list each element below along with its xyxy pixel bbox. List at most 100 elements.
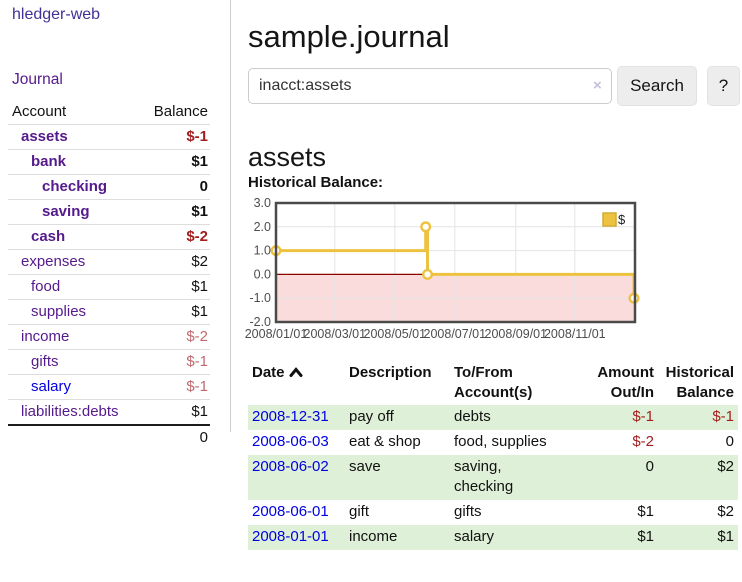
account-balance: $1 (140, 400, 210, 426)
transaction-date-link[interactable]: 2008-01-01 (252, 528, 329, 545)
register-row: 2008-06-02 save saving, checking 0 $2 (248, 455, 738, 500)
account-balance: $2 (140, 250, 210, 275)
register-table: Date Description To/From Account(s) Amou… (248, 361, 738, 550)
account-balance: $1 (140, 300, 210, 325)
account-link-food[interactable]: food (31, 278, 60, 295)
sidebar-divider (230, 0, 231, 432)
account-link-expenses[interactable]: expenses (21, 253, 85, 270)
account-row-supplies: supplies $1 (8, 300, 210, 325)
account-link-supplies[interactable]: supplies (31, 303, 86, 320)
account-heading: assets (248, 142, 326, 173)
transaction-balance: $-1 (658, 405, 738, 430)
account-balance: $-1 (140, 125, 210, 150)
chart-title-label: Historical Balance: (248, 174, 383, 191)
search-button[interactable]: Search (617, 66, 697, 106)
register-row: 2008-06-01 gift gifts $1 $2 (248, 500, 738, 525)
account-balance: $1 (140, 200, 210, 225)
account-row-expenses: expenses $2 (8, 250, 210, 275)
transaction-amount: $1 (558, 525, 658, 550)
register-col-balance: Historical Balance (658, 361, 738, 405)
account-row-saving: saving $1 (8, 200, 210, 225)
accounts-col-account: Account (8, 100, 140, 125)
register-col-date[interactable]: Date (248, 361, 345, 405)
transaction-date-link[interactable]: 2008-06-02 (252, 458, 329, 475)
svg-text:2008/01/01: 2008/01/01 (245, 327, 308, 341)
account-row-gifts: gifts $-1 (8, 350, 210, 375)
transaction-accounts: salary (450, 525, 558, 550)
account-link-bank[interactable]: bank (31, 153, 66, 170)
transaction-balance: 0 (658, 430, 738, 455)
register-row: 2008-06-03 eat & shop food, supplies $-2… (248, 430, 738, 455)
svg-text:2008/03/01: 2008/03/01 (304, 327, 367, 341)
account-balance: $-2 (140, 225, 210, 250)
accounts-total-row: 0 (8, 425, 210, 450)
page-title: sample.journal (248, 19, 450, 55)
svg-text:2008/09/01: 2008/09/01 (485, 327, 548, 341)
svg-text:3.0: 3.0 (254, 196, 271, 210)
transaction-description: pay off (345, 405, 450, 430)
transaction-accounts: debts (450, 405, 558, 430)
svg-text:2008/07/01: 2008/07/01 (424, 327, 487, 341)
transaction-accounts: food, supplies (450, 430, 558, 455)
transaction-description: eat & shop (345, 430, 450, 455)
svg-text:-1.0: -1.0 (249, 291, 271, 305)
legend-label: $ (618, 212, 626, 227)
transaction-amount: $1 (558, 500, 658, 525)
svg-text:0.0: 0.0 (254, 267, 271, 281)
transaction-balance: $2 (658, 500, 738, 525)
account-link-salary[interactable]: salary (31, 378, 71, 395)
search-input[interactable] (248, 68, 612, 104)
transaction-amount: $-2 (558, 430, 658, 455)
account-link-income[interactable]: income (21, 328, 69, 345)
account-row-salary: salary $-1 (8, 375, 210, 400)
clear-search-icon[interactable]: × (593, 77, 602, 94)
transaction-accounts: saving, checking (450, 455, 558, 500)
account-link-assets[interactable]: assets (21, 128, 68, 145)
account-link-gifts[interactable]: gifts (31, 353, 59, 370)
account-row-cash: cash $-2 (8, 225, 210, 250)
transaction-date-link[interactable]: 2008-06-01 (252, 503, 329, 520)
legend-swatch (603, 213, 616, 226)
register-col-amount: Amount Out/In (558, 361, 658, 405)
account-balance: 0 (140, 175, 210, 200)
accounts-col-balance: Balance (140, 100, 210, 125)
account-row-liabilities-debts: liabilities:debts $1 (8, 400, 210, 426)
account-link-checking[interactable]: checking (42, 178, 107, 195)
account-row-assets: assets $-1 (8, 125, 210, 150)
svg-text:2008/05/01: 2008/05/01 (364, 327, 427, 341)
transaction-description: save (345, 455, 450, 500)
svg-text:1.0: 1.0 (254, 244, 271, 258)
account-balance: $1 (140, 150, 210, 175)
account-row-bank: bank $1 (8, 150, 210, 175)
account-link-cash[interactable]: cash (31, 228, 65, 245)
chart-svg: $ 3.0 2.0 1.0 0.0 -1.0 -2.0 2008/01/01 2… (240, 196, 660, 348)
transaction-date-link[interactable]: 2008-12-31 (252, 408, 329, 425)
sidebar-item-journal[interactable]: Journal (12, 71, 63, 89)
historical-balance-chart: $ 3.0 2.0 1.0 0.0 -1.0 -2.0 2008/01/01 2… (240, 196, 660, 348)
account-link-liabilities-debts[interactable]: liabilities:debts (21, 403, 119, 420)
accounts-total-value: 0 (140, 425, 210, 450)
accounts-header-row: Account Balance (8, 100, 210, 125)
transaction-balance: $2 (658, 455, 738, 500)
account-row-checking: checking 0 (8, 175, 210, 200)
account-balance: $-1 (140, 375, 210, 400)
svg-text:2.0: 2.0 (254, 220, 271, 234)
y-axis-labels: 3.0 2.0 1.0 0.0 -1.0 -2.0 (249, 196, 271, 329)
account-balance: $-1 (140, 350, 210, 375)
help-button[interactable]: ? (707, 66, 740, 106)
register-col-accounts: To/From Account(s) (450, 361, 558, 405)
register-row: 2008-01-01 income salary $1 $1 (248, 525, 738, 550)
accounts-table: Account Balance assets $-1 bank $1 check… (8, 100, 210, 450)
account-row-food: food $1 (8, 275, 210, 300)
transaction-balance: $1 (658, 525, 738, 550)
transaction-amount: 0 (558, 455, 658, 500)
sort-ascending-icon (289, 364, 303, 384)
transaction-amount: $-1 (558, 405, 658, 430)
account-link-saving[interactable]: saving (42, 203, 90, 220)
register-header-row: Date Description To/From Account(s) Amou… (248, 361, 738, 405)
register-row: 2008-12-31 pay off debts $-1 $-1 (248, 405, 738, 430)
register-col-description: Description (345, 361, 450, 405)
brand-link[interactable]: hledger-web (12, 6, 100, 24)
transaction-accounts: gifts (450, 500, 558, 525)
transaction-date-link[interactable]: 2008-06-03 (252, 433, 329, 450)
